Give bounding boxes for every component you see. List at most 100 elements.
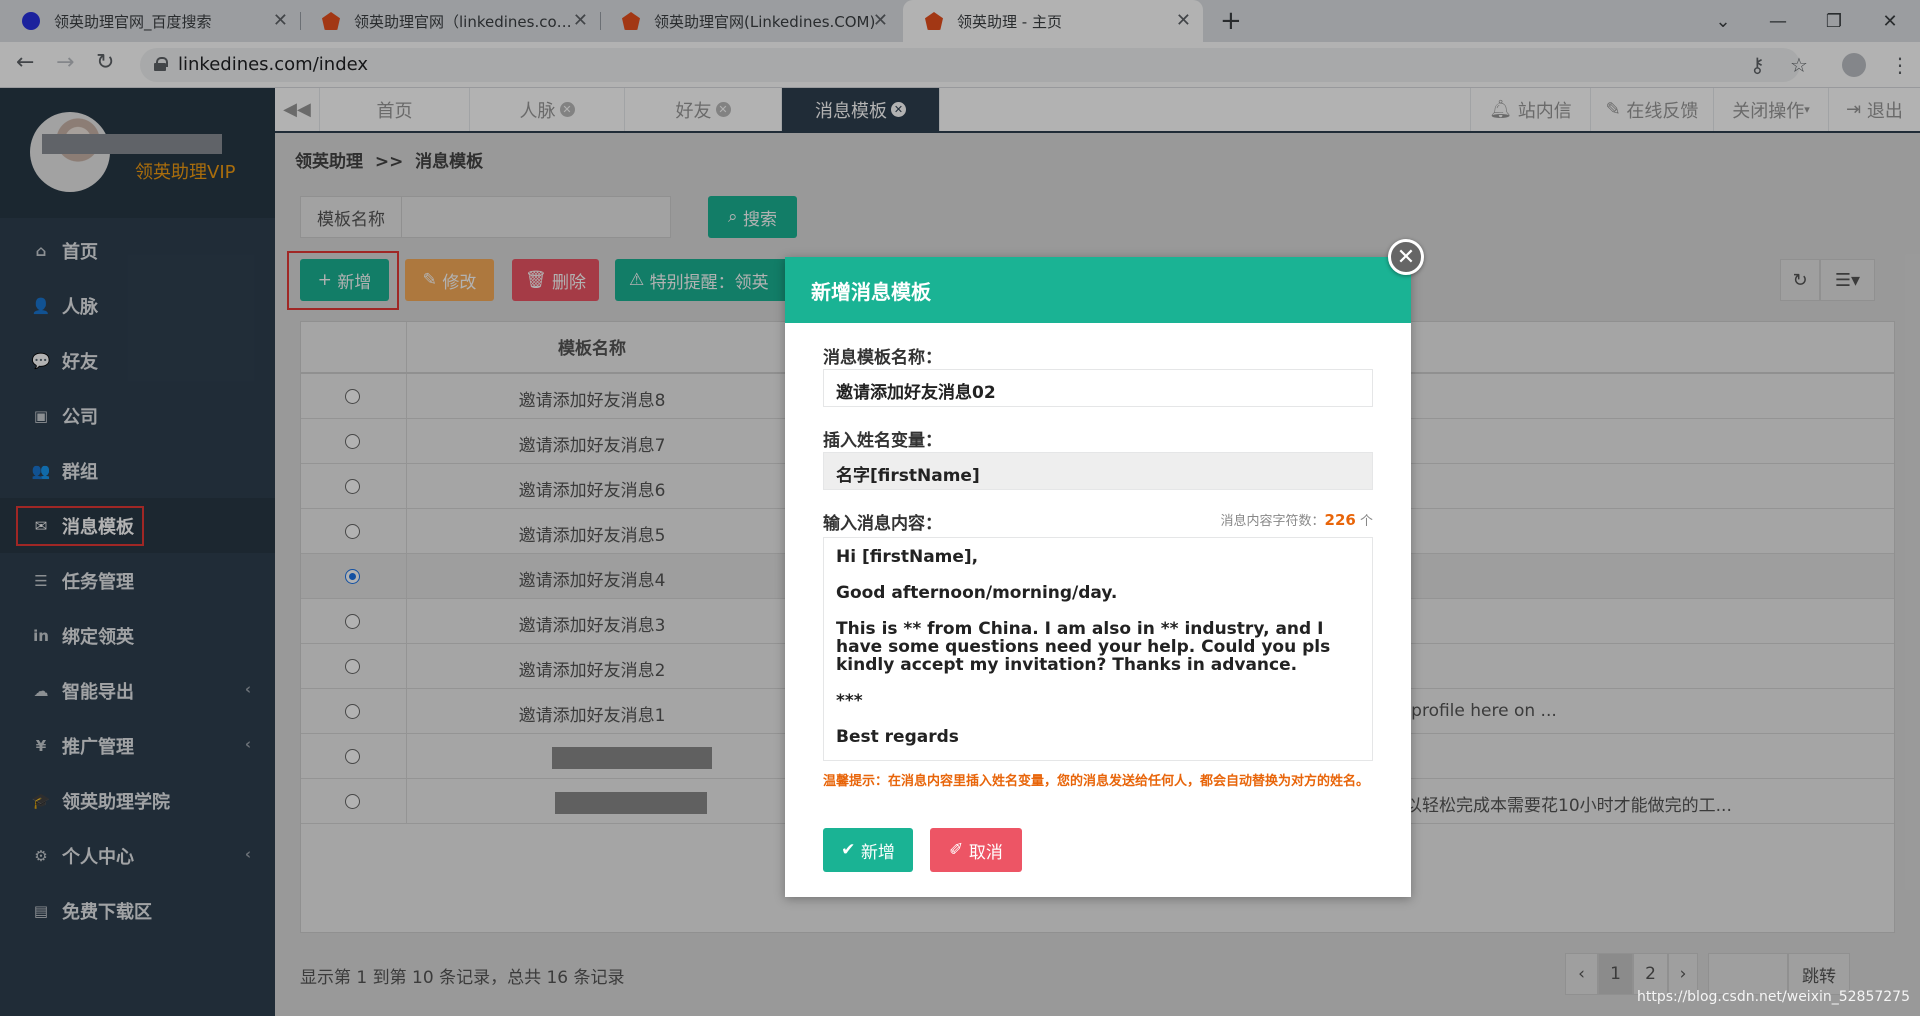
linkedines-logo-icon — [622, 12, 640, 30]
row-radio[interactable] — [345, 614, 360, 629]
close-icon: ✕ — [1396, 244, 1416, 270]
chevron-left-icon: ‹ — [244, 845, 251, 863]
feedback-button[interactable]: ✎ 在线反馈 — [1590, 88, 1713, 131]
edit-button[interactable]: ✎ 修改 — [405, 259, 494, 301]
home-icon: ⌂ — [35, 241, 47, 260]
submit-button[interactable]: ✔ 新增 — [823, 828, 913, 872]
close-icon[interactable]: ✕ — [1176, 10, 1191, 31]
add-button-label: 新增 — [337, 272, 372, 293]
close-icon[interactable]: ✕ — [573, 10, 588, 31]
restore-button[interactable]: ❐ — [1806, 0, 1862, 42]
address-bar: ← → ↻ linkedines.com/index ⚷ ☆ ⋮ — [0, 42, 1920, 88]
browser-tab-linkedines-1[interactable]: 领英助理官网（linkedines.com） ✕ — [300, 0, 600, 42]
inbox-button[interactable]: 🔔︎ 站内信 — [1470, 88, 1590, 131]
tab-contacts[interactable]: 人脉 ✕ — [470, 88, 625, 131]
modal-close-button[interactable]: ✕ — [1388, 239, 1424, 275]
new-tab-button[interactable]: + — [1220, 6, 1242, 36]
add-button[interactable]: + 新增 — [300, 259, 389, 301]
back-icon[interactable]: ← — [16, 50, 34, 75]
row-radio[interactable] — [345, 479, 360, 494]
notice-button[interactable]: ⚠ 特别提醒：领英 — [615, 259, 795, 301]
row-radio[interactable] — [345, 524, 360, 539]
sidebar-item-company[interactable]: ▣ 公司 — [0, 388, 275, 443]
message-content-textarea[interactable]: Hi [firstName], Good afternoon/morning/d… — [823, 537, 1373, 761]
blurred-username — [42, 134, 222, 154]
columns-toggle-button[interactable]: ☰▾ — [1820, 259, 1875, 301]
sign-out-icon: ⇥ — [1846, 99, 1867, 120]
sidebar-item-message-templates[interactable]: ✉ 消息模板 — [0, 498, 275, 553]
sidebar-item-label: 绑定领英 — [62, 626, 134, 648]
browser-tab-title: 领英助理 - 主页 — [957, 12, 1062, 31]
url-field[interactable]: linkedines.com/index — [140, 48, 1800, 82]
linkedines-logo-icon — [925, 12, 943, 30]
sidebar-item-home[interactable]: ⌂ 首页 — [0, 223, 275, 278]
tab-search-icon[interactable]: ⌄ — [1695, 0, 1751, 42]
user-plus-icon: 👤 — [31, 296, 51, 315]
sidebar-item-downloads[interactable]: ▤ 免费下载区 — [0, 883, 275, 938]
row-radio[interactable] — [345, 434, 360, 449]
key-icon[interactable]: ⚷ — [1750, 53, 1765, 77]
template-content-preview: 可以轻松完成本需要花10小时才能做完的工... — [1388, 796, 1732, 816]
tab-label: 首页 — [376, 100, 413, 122]
scroll-left-icon[interactable]: ◀◀ — [275, 88, 320, 131]
char-counter-unit: 个 — [1355, 514, 1373, 529]
sidebar-item-groups[interactable]: 👥 群组 — [0, 443, 275, 498]
close-icon[interactable]: ✕ — [891, 102, 906, 117]
pager-page-1[interactable]: 1 — [1598, 953, 1633, 995]
pager-prev[interactable]: ‹ — [1565, 953, 1598, 995]
template-name: 邀请添加好友消息4 — [518, 571, 666, 591]
browser-tab-active[interactable]: 领英助理 - 主页 ✕ — [903, 0, 1203, 42]
search-icon: ⌕ — [728, 207, 743, 227]
close-actions-dropdown[interactable]: 关闭操作 ▾ — [1713, 88, 1828, 131]
close-icon[interactable]: ✕ — [715, 102, 731, 117]
name-variable-select[interactable]: 名字[firstName] — [823, 452, 1373, 490]
edit-button-label: 修改 — [442, 272, 477, 293]
row-radio[interactable] — [345, 794, 360, 809]
close-icon[interactable]: ✕ — [873, 10, 888, 31]
tab-label: 好友 — [675, 100, 712, 122]
sidebar-item-promotion[interactable]: ¥ 推广管理 ‹ — [0, 718, 275, 773]
profile-panel: 领英助理VIP — [0, 88, 275, 218]
row-radio[interactable] — [345, 749, 360, 764]
sidebar-item-label: 免费下载区 — [62, 901, 152, 923]
delete-button[interactable]: 🗑︎ 删除 — [512, 259, 599, 301]
warning-icon: ⚠ — [629, 270, 650, 290]
minimize-button[interactable]: — — [1750, 0, 1806, 42]
template-name-label: 消息模板名称： — [823, 348, 942, 368]
tab-home[interactable]: 首页 — [320, 88, 470, 131]
close-icon[interactable]: ✕ — [559, 102, 575, 117]
browser-tab-linkedines-2[interactable]: 领英助理官网(Linkedines.COM) ✕ — [600, 0, 900, 42]
row-radio[interactable] — [345, 659, 360, 674]
logout-button[interactable]: ⇥ 退出 — [1828, 88, 1920, 131]
bell-icon: 🔔︎ — [1489, 99, 1518, 120]
tasks-icon: ☰ — [34, 571, 48, 590]
reload-icon[interactable]: ↻ — [96, 50, 114, 75]
search-input[interactable] — [401, 196, 671, 238]
sidebar: 领英助理VIP ⌂ 首页 👤 人脉 💬 好友 ▣ 公司 👥 群组 ✉ 消息模板 ☰ 任务管理 … — [0, 88, 275, 1016]
browser-tab-baidu[interactable]: 领英助理官网_百度搜索 ✕ — [0, 0, 300, 42]
profile-avatar-icon[interactable] — [1842, 53, 1866, 77]
refresh-button[interactable]: ↻ — [1780, 259, 1820, 301]
search-button[interactable]: ⌕ 搜索 — [708, 196, 797, 238]
sidebar-item-contacts[interactable]: 👤 人脉 — [0, 278, 275, 333]
star-icon[interactable]: ☆ — [1790, 53, 1808, 77]
template-name-input[interactable]: 邀请添加好友消息02 — [823, 369, 1373, 407]
graduation-cap-icon: 🎓 — [31, 791, 51, 810]
sidebar-item-export[interactable]: ☁ 智能导出 ‹ — [0, 663, 275, 718]
cancel-button[interactable]: ✐ 取消 — [930, 828, 1022, 872]
tab-friends[interactable]: 好友 ✕ — [625, 88, 782, 131]
menu-dots-icon[interactable]: ⋮ — [1890, 53, 1910, 77]
sidebar-item-tasks[interactable]: ☰ 任务管理 — [0, 553, 275, 608]
sidebar-item-academy[interactable]: 🎓 领英助理学院 — [0, 773, 275, 828]
close-icon[interactable]: ✕ — [273, 10, 288, 31]
row-radio-selected[interactable] — [345, 569, 360, 584]
plus-icon: + — [317, 270, 338, 290]
row-radio[interactable] — [345, 389, 360, 404]
sidebar-item-friends[interactable]: 💬 好友 — [0, 333, 275, 388]
forward-icon[interactable]: → — [56, 50, 74, 75]
close-window-button[interactable]: ✕ — [1862, 0, 1918, 42]
row-radio[interactable] — [345, 704, 360, 719]
tab-message-templates[interactable]: 消息模板 ✕ — [782, 88, 940, 131]
sidebar-item-bind-linkedin[interactable]: in 绑定领英 — [0, 608, 275, 663]
sidebar-item-profile[interactable]: ⚙ 个人中心 ‹ — [0, 828, 275, 883]
